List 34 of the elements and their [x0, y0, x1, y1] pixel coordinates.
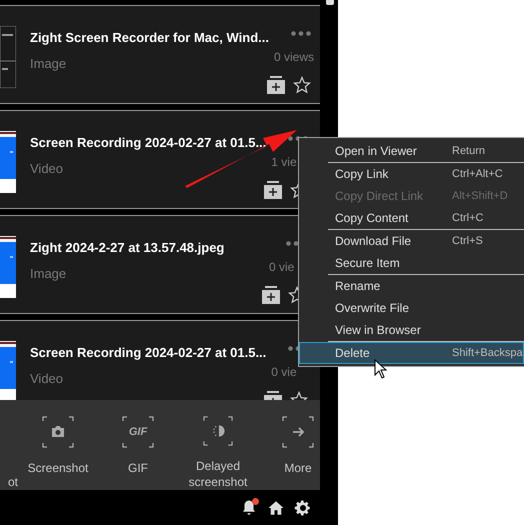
file-type: Video	[30, 370, 64, 388]
file-title: Zight 2024-2-27 at 13.57.48.jpeg	[30, 239, 226, 257]
file-type: Image	[30, 264, 68, 283]
add-to-collection-icon[interactable]	[264, 181, 282, 199]
file-type: Image	[30, 54, 68, 73]
file-title: Screen Recording 2024-02-27 at 01.5...	[30, 344, 266, 362]
capture-mode-button[interactable]: GIF GIF	[98, 400, 178, 490]
capture-mode-button[interactable]: ot	[0, 400, 18, 490]
file-card[interactable]: Zight Screen Recorder for Mac, Wind... Image 0 views	[0, 5, 320, 104]
capture-mode-button[interactable]: Screenshot	[18, 400, 98, 490]
capture-mode-button[interactable]: Delayed screenshot	[178, 400, 258, 490]
view-count: 0 vie	[270, 364, 297, 381]
home-icon[interactable]	[267, 498, 285, 516]
timer-icon	[202, 416, 234, 446]
arrow-right-icon	[282, 416, 314, 448]
notifications-icon[interactable]	[240, 498, 258, 516]
view-count: 1 vie	[270, 154, 297, 171]
more-icon[interactable]	[290, 31, 311, 36]
capture-mode-button[interactable]: More	[276, 400, 320, 490]
scrollbar-thumb[interactable]	[326, 0, 334, 5]
view-count: 0 views	[272, 49, 314, 66]
star-icon[interactable]	[292, 76, 311, 94]
view-count: 0 vie	[268, 259, 294, 276]
file-type: Video	[30, 160, 64, 178]
menu-item[interactable]: Delete Shift+Backspa	[299, 342, 524, 364]
file-card[interactable]: Screen Recording 2024-02-27 at 01.5... Video 1 vie	[0, 110, 320, 209]
file-title: Zight Screen Recorder for Mac, Wind...	[30, 29, 269, 47]
mouse-cursor	[374, 359, 388, 379]
settings-icon[interactable]	[294, 498, 312, 516]
add-to-collection-icon[interactable]	[262, 286, 280, 304]
file-title: Screen Recording 2024-02-27 at 01.5...	[30, 134, 266, 152]
file-card[interactable]: Screen Recording 2024-02-27 at 01.5... Video 0 vie	[0, 320, 320, 400]
add-to-collection-icon[interactable]	[266, 76, 285, 94]
camera-icon	[42, 416, 74, 448]
